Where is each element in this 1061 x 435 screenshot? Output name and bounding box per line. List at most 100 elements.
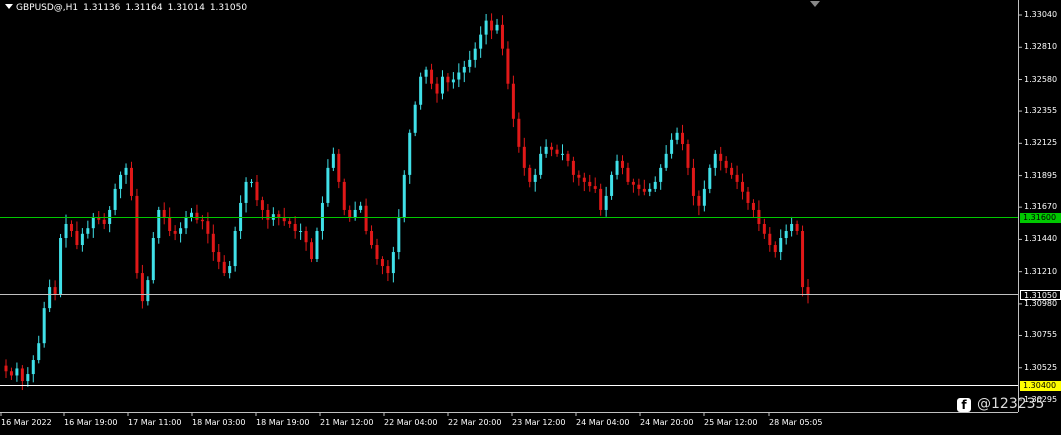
candle-body xyxy=(681,132,685,145)
time-label: 23 Mar 12:00 xyxy=(512,418,566,427)
watermark-text: @123235 xyxy=(977,396,1045,412)
chart-shift-marker-icon[interactable] xyxy=(810,1,820,7)
price-chart-svg[interactable] xyxy=(0,0,1061,435)
candle-body xyxy=(86,228,90,234)
candle-body xyxy=(408,132,412,175)
candle-body xyxy=(277,214,281,217)
candle-body xyxy=(48,287,52,309)
time-label: 24 Mar 20:00 xyxy=(640,418,694,427)
time-label: 22 Mar 20:00 xyxy=(448,418,502,427)
candle-body xyxy=(233,230,237,267)
candle-body xyxy=(157,209,161,239)
price-label: 1.30755 xyxy=(1024,330,1058,340)
candle-body xyxy=(195,212,199,220)
candle-body xyxy=(20,368,24,382)
candle-body xyxy=(473,48,477,60)
candle-body xyxy=(702,188,706,206)
candle-body xyxy=(484,20,488,35)
dropdown-triangle-icon[interactable] xyxy=(5,4,13,9)
candle-body xyxy=(746,191,750,203)
candle-body xyxy=(26,374,30,382)
candle-body xyxy=(326,167,330,203)
candle-body xyxy=(211,233,215,253)
ohlc-high: 1.31164 xyxy=(125,3,163,13)
candle-body xyxy=(631,181,635,185)
price-tag: 1.31050 xyxy=(1020,289,1061,300)
chart-window[interactable]: GBPUSD@,H1 1.31136 1.31164 1.31014 1.31050 1… xyxy=(0,0,1061,435)
candle-body xyxy=(31,360,35,375)
candle-body xyxy=(102,219,106,224)
candle-body xyxy=(468,59,472,67)
candle-body xyxy=(146,280,150,302)
candle-body xyxy=(522,146,526,168)
candle-body xyxy=(337,153,341,182)
time-label: 25 Mar 12:00 xyxy=(704,418,758,427)
ohlc-close: 1.31050 xyxy=(209,3,248,13)
candle-body xyxy=(724,160,728,168)
candle-body xyxy=(440,76,444,94)
candle-body xyxy=(806,287,810,295)
candle-body xyxy=(402,174,406,217)
candle-body xyxy=(637,184,641,189)
time-label: 16 Mar 2022 xyxy=(1,418,52,427)
candle-body xyxy=(69,223,73,231)
price-label: 1.32810 xyxy=(1024,42,1058,52)
ohlc-open: 1.31136 xyxy=(83,3,121,13)
candle-body xyxy=(462,66,466,73)
candle-body xyxy=(239,202,243,231)
candle-body xyxy=(179,228,183,234)
candle-body xyxy=(642,188,646,192)
symbol-header: GBPUSD@,H1 1.31136 1.31164 1.31014 1.31050 xyxy=(5,3,247,13)
candle-body xyxy=(790,223,794,231)
time-label: 18 Mar 03:00 xyxy=(192,418,246,427)
candle-body xyxy=(364,205,368,231)
candle-body xyxy=(435,83,439,94)
candle-body xyxy=(151,238,155,281)
candle-body xyxy=(244,181,248,203)
candle-body xyxy=(348,209,352,217)
candle-body xyxy=(4,365,8,372)
candle-body xyxy=(451,79,455,83)
candle-body xyxy=(359,205,363,210)
candle-body xyxy=(299,230,303,232)
symbol-name: GBPUSD@,H1 xyxy=(16,3,79,13)
candle-body xyxy=(560,153,564,155)
candle-body xyxy=(80,233,84,246)
candle-body xyxy=(735,174,739,182)
price-label: 1.32125 xyxy=(1024,138,1058,148)
candle-body xyxy=(320,202,324,231)
candle-body xyxy=(730,167,734,175)
candle-body xyxy=(162,209,166,217)
candle-body xyxy=(173,230,177,234)
price-label: 1.31440 xyxy=(1024,234,1058,244)
price-label: 1.32355 xyxy=(1024,106,1058,116)
candle-body xyxy=(430,69,434,84)
candle-body xyxy=(353,209,357,217)
candle-body xyxy=(741,181,745,192)
candle-body xyxy=(37,343,41,361)
candle-body xyxy=(189,212,193,217)
candle-body xyxy=(659,167,663,182)
time-label: 18 Mar 19:00 xyxy=(256,418,310,427)
candle-body xyxy=(621,160,625,168)
candle-body xyxy=(59,238,63,295)
candle-body xyxy=(708,167,712,189)
time-label: 16 Mar 19:00 xyxy=(64,418,118,427)
price-label: 1.33040 xyxy=(1024,10,1058,19)
candle-body xyxy=(762,223,766,234)
candle-body xyxy=(648,188,652,192)
candle-body xyxy=(386,266,390,274)
candle-body xyxy=(331,153,335,168)
candle-body xyxy=(288,221,292,224)
candle-body xyxy=(42,308,46,344)
candle-body xyxy=(391,252,395,274)
candle-body xyxy=(119,174,123,189)
price-label: 1.30525 xyxy=(1024,362,1058,372)
candle-body xyxy=(446,76,450,83)
candle-body xyxy=(375,245,379,260)
price-label: 1.31210 xyxy=(1024,266,1058,276)
candle-body xyxy=(75,230,79,246)
candle-body xyxy=(222,261,226,274)
candle-body xyxy=(53,287,57,295)
candle-body xyxy=(113,188,117,210)
